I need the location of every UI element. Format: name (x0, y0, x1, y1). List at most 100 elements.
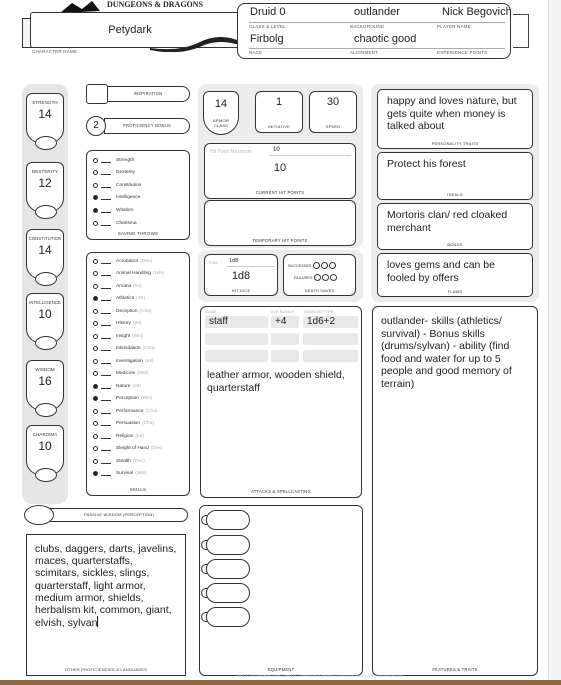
temporary-hit-points-box[interactable]: TEMPORARY HIT POINTS (204, 200, 356, 246)
skill-proficiency-checkbox[interactable] (93, 333, 98, 339)
skill-modifier-field[interactable] (101, 325, 111, 326)
ability-modifier[interactable] (35, 403, 57, 417)
ideals-text[interactable]: Protect his forest (387, 158, 526, 171)
passive-wisdom-field[interactable] (24, 505, 54, 525)
ability-wisdom[interactable]: WISDOM 16 (26, 360, 64, 417)
features-text[interactable]: outlander- skills (athletics/ survival) … (381, 315, 531, 391)
saving-throw-proficiency-checkbox[interactable] (93, 195, 98, 201)
hit-dice-total[interactable]: 1d8 (229, 258, 238, 264)
class-level-field[interactable]: Druid 0 (250, 6, 285, 18)
bonds-box[interactable]: Mortoris clan/ red cloaked merchant BOND… (377, 203, 533, 250)
saving-throw-proficiency-checkbox[interactable] (93, 170, 98, 176)
skill-proficiency-checkbox[interactable] (93, 296, 98, 301)
hit-dice-box[interactable]: Total 1d8 1d8 HIT DICE (204, 254, 278, 296)
coin-field-cp[interactable] (206, 510, 250, 530)
proficiency-bonus-field[interactable]: 2 (86, 116, 106, 136)
skill-row[interactable]: Survival (Wis) (93, 469, 146, 479)
ideals-box[interactable]: Protect his forest IDEALS (377, 152, 533, 200)
skill-row[interactable]: History (Int) (93, 319, 141, 329)
saving-throw-modifier-field[interactable] (101, 199, 111, 201)
skill-modifier-field[interactable] (101, 275, 111, 276)
attack-name-cell[interactable] (205, 333, 268, 345)
skill-row[interactable]: Deception (Cha) (93, 306, 152, 316)
ability-score[interactable]: 16 (27, 374, 63, 388)
skill-row[interactable]: Nature (Int) (93, 381, 141, 391)
skill-proficiency-checkbox[interactable] (93, 283, 98, 289)
attack-damage-cell[interactable] (303, 350, 358, 362)
skill-proficiency-checkbox[interactable] (93, 471, 98, 476)
saving-throw-proficiency-checkbox[interactable] (93, 157, 98, 163)
skill-proficiency-checkbox[interactable] (93, 458, 98, 464)
attack-bonus-cell[interactable]: +4 (271, 316, 299, 328)
skill-modifier-field[interactable] (101, 450, 111, 451)
armor-class-value[interactable]: 14 (204, 98, 238, 110)
coin-field-sp[interactable] (206, 535, 250, 555)
skill-proficiency-checkbox[interactable] (93, 346, 98, 351)
ability-modifier[interactable] (35, 136, 57, 150)
skill-row[interactable]: Sleight of Hand (Dex) (93, 444, 163, 454)
saving-throw-row[interactable]: Strength (93, 155, 134, 165)
failure-checkbox[interactable] (314, 274, 322, 281)
saving-throw-row[interactable]: Charisma (93, 218, 137, 228)
coin-field-gp[interactable] (206, 583, 250, 603)
character-name[interactable]: Petydark (40, 24, 220, 36)
ability-charisma[interactable]: CHARISMA 10 (26, 425, 64, 482)
skill-row[interactable]: Acrobatics (Dex) (93, 256, 152, 266)
skill-modifier-field[interactable] (101, 400, 111, 401)
saving-throw-modifier-field[interactable] (101, 174, 111, 176)
skill-modifier-field[interactable] (101, 350, 111, 351)
skill-proficiency-checkbox[interactable] (93, 396, 98, 401)
success-checkbox[interactable] (329, 262, 337, 269)
skill-row[interactable]: Animal Handling (Wis) (93, 269, 164, 279)
skill-modifier-field[interactable] (101, 262, 111, 264)
features-traits-panel[interactable]: outlander- skills (athletics/ survival) … (372, 306, 538, 676)
coin-field-pp[interactable] (206, 607, 250, 627)
skill-proficiency-checkbox[interactable] (93, 421, 98, 426)
coin-field-ep[interactable] (206, 559, 250, 579)
attack-bonus-cell[interactable] (271, 350, 299, 362)
saving-throw-modifier-field[interactable] (101, 224, 111, 226)
ability-intelligence[interactable]: INTELLIGENCE 10 (26, 293, 64, 350)
scrollbar-track[interactable] (548, 0, 561, 680)
skill-modifier-field[interactable] (101, 387, 111, 389)
hp-max-value[interactable]: 10 (273, 147, 280, 153)
skill-row[interactable]: Intimidation (Cha) (93, 344, 155, 354)
attack-bonus-cell[interactable] (271, 333, 299, 345)
other-proficiencies-panel[interactable]: clubs, daggers, darts, javelins, maces, … (26, 534, 186, 676)
background-field[interactable]: outlander (354, 6, 400, 18)
ability-modifier[interactable] (35, 205, 57, 219)
saving-throw-proficiency-checkbox[interactable] (93, 182, 98, 188)
saving-throw-row[interactable]: Dexterity (93, 168, 135, 178)
initiative-value[interactable]: 1 (256, 96, 302, 108)
skill-row[interactable]: Investigation (Int) (93, 356, 153, 366)
skill-row[interactable]: Performance (Cha) (93, 406, 157, 416)
armor-class-shield[interactable]: 14 ARMOR CLASS (203, 91, 239, 135)
skill-row[interactable]: Arcana (Int) (93, 281, 142, 291)
player-name-field[interactable]: Nick Begovich (442, 6, 512, 18)
skill-row[interactable]: Religion (Int) (93, 431, 144, 441)
attack-name-cell[interactable]: staff (205, 316, 268, 328)
skill-modifier-field[interactable] (101, 425, 111, 426)
ability-score[interactable]: 14 (27, 243, 63, 257)
race-field[interactable]: Firbolg (250, 33, 284, 45)
ability-modifier[interactable] (35, 468, 57, 482)
speed-value[interactable]: 30 (310, 96, 356, 108)
skill-row[interactable]: Athletics (Str) (93, 294, 145, 304)
failure-checkbox[interactable] (322, 274, 330, 281)
attacks-notes[interactable]: leather armor, wooden shield, quartersta… (207, 369, 347, 394)
skill-proficiency-checkbox[interactable] (93, 271, 98, 276)
skill-proficiency-checkbox[interactable] (93, 308, 98, 314)
skill-modifier-field[interactable] (101, 312, 111, 314)
ability-constitution[interactable]: CONSTITUTION 14 (26, 229, 64, 286)
flaws-text[interactable]: loves gems and can be fooled by offers (387, 259, 526, 284)
skill-modifier-field[interactable] (101, 300, 111, 301)
skill-row[interactable]: Insight (Wis) (93, 331, 143, 341)
speed-box[interactable]: 30 SPEED (309, 91, 357, 133)
skill-proficiency-checkbox[interactable] (93, 433, 98, 439)
skill-row[interactable]: Medicine (Wis) (93, 369, 148, 379)
ability-modifier[interactable] (35, 336, 57, 350)
bonds-text[interactable]: Mortoris clan/ red cloaked merchant (387, 209, 526, 234)
success-checkbox[interactable] (313, 262, 321, 269)
skill-modifier-field[interactable] (101, 287, 111, 289)
skill-proficiency-checkbox[interactable] (93, 408, 98, 414)
